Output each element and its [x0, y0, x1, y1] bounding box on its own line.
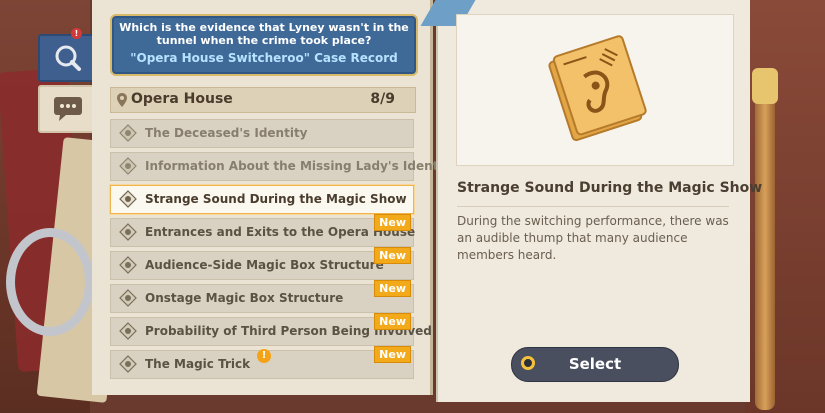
chat-bubble-icon	[54, 97, 82, 121]
evidence-count: 8/9	[370, 91, 395, 107]
evidence-item-label: The Deceased's Identity	[145, 126, 308, 140]
new-badge: New	[374, 247, 411, 264]
evidence-item-label: Audience-Side Magic Box Structure	[145, 258, 384, 272]
select-button[interactable]: Select	[511, 347, 679, 382]
evidence-item[interactable]: Onstage Magic Box Structure New	[110, 280, 414, 313]
question-text: Which is the evidence that Lyney wasn't …	[119, 21, 409, 47]
evidence-item-selected[interactable]: Strange Sound During the Magic Show	[110, 185, 414, 214]
evidence-image-frame	[456, 14, 734, 166]
evidence-icon	[119, 190, 137, 208]
new-badge: New	[374, 313, 411, 330]
evidence-list: The Deceased's Identity Information Abou…	[110, 119, 456, 383]
evidence-item[interactable]: Probability of Third Person Being Involv…	[110, 313, 432, 346]
question-banner: Which is the evidence that Lyney wasn't …	[110, 14, 418, 76]
evidence-icon	[119, 157, 137, 175]
evidence-item-label: Information About the Missing Lady's Ide…	[145, 159, 457, 173]
location-name: Opera House	[131, 91, 233, 107]
detail-divider	[457, 206, 729, 207]
tab-dialogue[interactable]	[38, 85, 98, 133]
location-header: Opera House 8/9	[110, 87, 416, 113]
evidence-item-label: Strange Sound During the Magic Show	[145, 192, 407, 206]
evidence-icon	[119, 223, 137, 241]
magnifier-icon	[55, 45, 81, 71]
location-pin-icon	[117, 93, 127, 107]
evidence-item[interactable]: Entrances and Exits to the Opera House N…	[110, 214, 415, 247]
select-button-label: Select	[568, 355, 622, 373]
evidence-item-label: Onstage Magic Box Structure	[145, 291, 344, 305]
tab-evidence-search[interactable]	[38, 34, 98, 82]
evidence-item[interactable]: Information About the Missing Lady's Ide…	[110, 152, 456, 181]
new-badge: New	[374, 346, 411, 363]
evidence-icon	[119, 289, 137, 307]
evidence-icon	[119, 322, 137, 340]
more-alert-icon[interactable]: !	[257, 349, 271, 363]
evidence-icon	[119, 355, 137, 373]
case-record-title: "Opera House Switcheroo" Case Record	[130, 51, 398, 65]
evidence-detail-title: Strange Sound During the Magic Show	[457, 180, 763, 196]
ear-card-icon	[548, 35, 647, 142]
tab-alert-badge: !	[71, 28, 82, 39]
evidence-description: During the switching performance, there …	[457, 214, 729, 262]
evidence-item[interactable]: The Deceased's Identity	[110, 119, 414, 148]
evidence-icon	[119, 256, 137, 274]
magnifier-decoration	[6, 228, 94, 336]
evidence-icon	[119, 124, 137, 142]
evidence-item-label: The Magic Trick	[145, 357, 251, 371]
new-badge: New	[374, 280, 411, 297]
staff-decoration	[755, 70, 775, 410]
evidence-item[interactable]: Audience-Side Magic Box Structure New	[110, 247, 414, 280]
staff-gem-decoration	[752, 68, 778, 104]
new-badge: New	[374, 214, 411, 231]
